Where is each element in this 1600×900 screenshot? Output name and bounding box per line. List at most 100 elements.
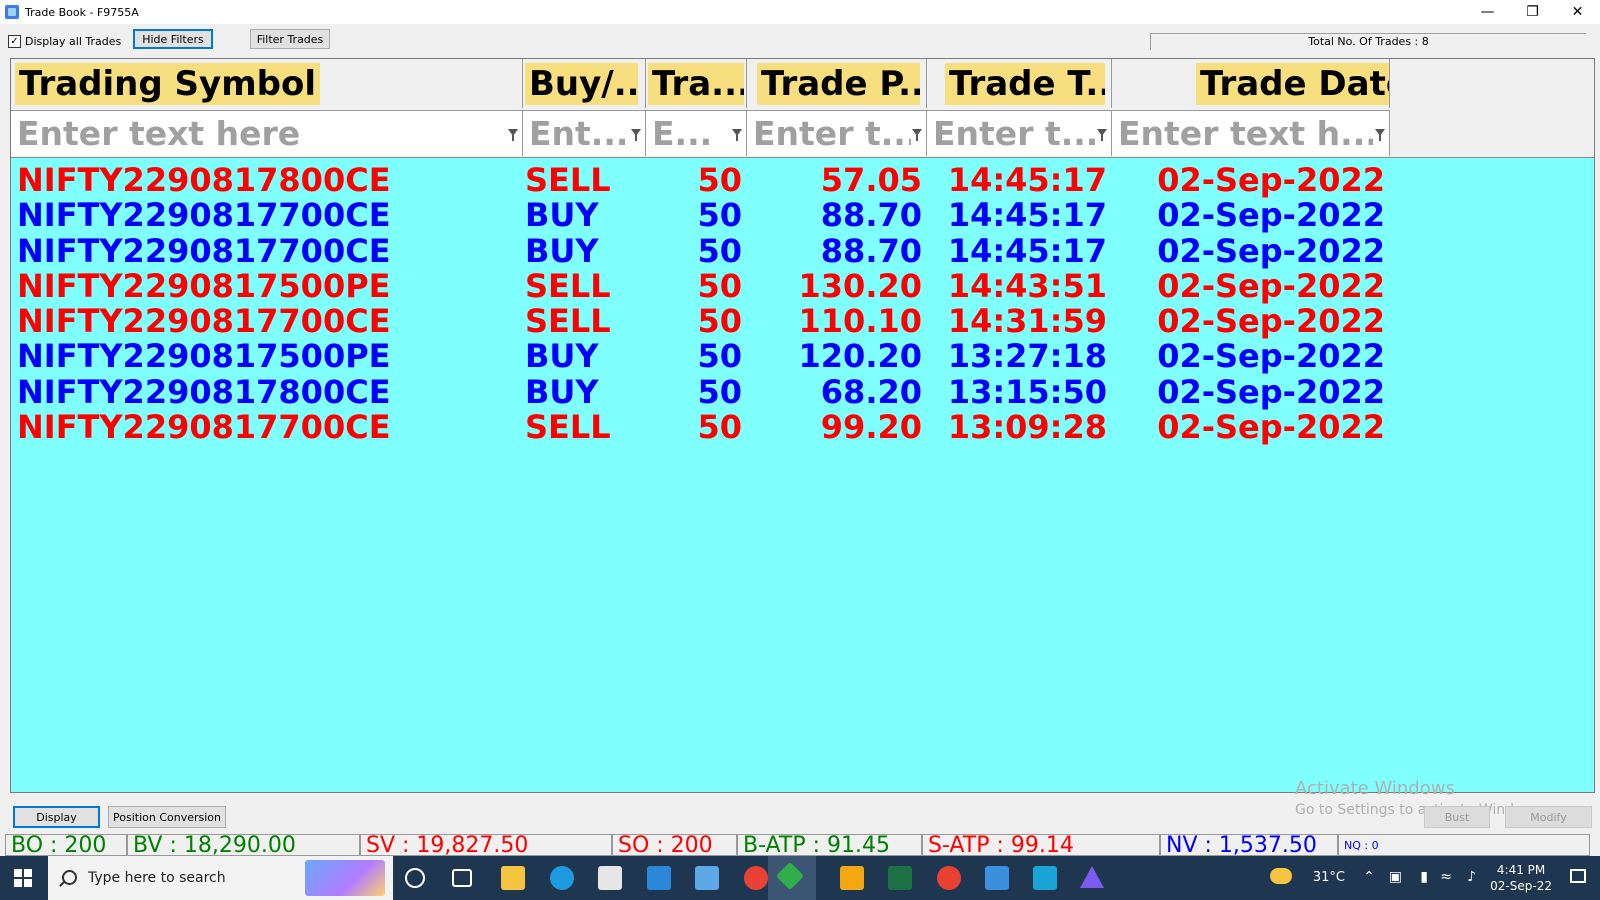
restore-icon[interactable]: ❐ [1510, 0, 1555, 24]
volume-icon[interactable]: ♪ [1467, 869, 1476, 885]
photos-icon[interactable] [985, 866, 1009, 890]
chevron-up-icon[interactable]: ⌃ [1363, 869, 1375, 885]
funnel-icon[interactable] [631, 129, 641, 141]
funnel-icon[interactable] [1097, 129, 1107, 141]
position-conversion-button[interactable]: Position Conversion [108, 806, 226, 828]
display-all-trades-checkbox[interactable]: ✓ Display all Trades [8, 35, 121, 48]
display-button[interactable]: Display [13, 806, 100, 828]
cell-date: 02-Sep-2022 [1157, 337, 1385, 376]
battery-icon[interactable]: ▮ [1420, 869, 1428, 885]
header-label: Trade P... [757, 63, 920, 105]
taskbar: Type here to search 31°C ⌃ ▣ ▮ ≈ ♪ 4:41 … [0, 856, 1600, 900]
cell-symbol: NIFTY2290817800CE [17, 372, 391, 411]
funnel-icon[interactable] [1375, 129, 1385, 141]
wifi-icon[interactable]: ≈ [1440, 869, 1452, 885]
header-label: Trade T... [945, 63, 1105, 105]
hide-filters-button[interactable]: Hide Filters [133, 29, 213, 49]
edge-icon[interactable] [550, 866, 574, 890]
status-b-atp: B-ATP : 91.45 [737, 834, 922, 856]
column-header-trade-price[interactable]: Trade P... [747, 59, 927, 108]
column-header-buy-sell[interactable]: Buy/... [523, 59, 646, 108]
status-s-atp: S-ATP : 99.14 [922, 834, 1160, 856]
column-header-trade-time[interactable]: Trade T... [927, 59, 1112, 108]
window-controls: — ❐ ✕ [1465, 0, 1600, 24]
cell-time: 14:43:51 [947, 266, 1107, 305]
table-row[interactable]: NIFTY2290817500PE BUY 50 120.20 13:27:18… [11, 339, 1594, 374]
cell-price: 130.20 [798, 266, 922, 305]
weather-icon[interactable] [1270, 868, 1292, 884]
cell-side: BUY [525, 231, 599, 270]
funnel-icon[interactable] [732, 129, 742, 141]
status-so: SO : 200 [612, 834, 737, 856]
cell-time: 14:45:17 [947, 161, 1107, 199]
table-row[interactable]: NIFTY2290817700CE BUY 50 88.70 14:45:17 … [11, 198, 1594, 233]
display-all-trades-label: Display all Trades [25, 35, 122, 48]
cell-price: 99.20 [820, 408, 922, 447]
filter-trades-button[interactable]: Filter Trades [250, 29, 330, 49]
cell-qty: 50 [697, 266, 742, 305]
cell-time: 13:27:18 [947, 337, 1107, 376]
cell-date: 02-Sep-2022 [1157, 231, 1385, 270]
table-row[interactable]: NIFTY2290817700CE SELL 50 99.20 13:09:28… [11, 410, 1594, 445]
column-header-trade-date[interactable]: Trade Date [1112, 59, 1390, 108]
task-view-icon[interactable] [452, 869, 472, 887]
filter-input-trade-time[interactable] [929, 113, 1099, 153]
trade-grid[interactable]: Trading Symbol Buy/... Tra... Trade P...… [10, 58, 1595, 793]
table-row[interactable]: NIFTY2290817700CE SELL 50 110.10 14:31:5… [11, 304, 1594, 339]
cell-side: SELL [525, 266, 611, 305]
filter-input-trade-qty[interactable] [648, 113, 734, 153]
title-bar: Trade Book - F9755A — ❐ ✕ [0, 0, 1600, 24]
header-label: Trading Symbol [15, 63, 320, 105]
excel-icon[interactable] [888, 866, 912, 890]
status-nv: NV : 1,537.50 [1160, 834, 1338, 856]
column-header-trading-symbol[interactable]: Trading Symbol [11, 59, 523, 108]
cell-symbol: NIFTY2290817700CE [17, 302, 391, 341]
cell-time: 14:45:17 [947, 196, 1107, 235]
trade-rows: NIFTY2290817800CE SELL 50 57.05 14:45:17… [11, 163, 1594, 445]
funnel-icon[interactable] [508, 129, 518, 141]
filter-input-trade-price[interactable] [749, 113, 915, 153]
column-header-trade-qty[interactable]: Tra... [646, 59, 747, 108]
checkbox-box[interactable]: ✓ [8, 35, 21, 48]
app-icon-2[interactable] [840, 866, 864, 890]
remote-desktop-icon[interactable] [1033, 866, 1057, 890]
table-row[interactable]: NIFTY2290817800CE SELL 50 57.05 14:45:17… [11, 163, 1594, 198]
filter-input-trading-symbol[interactable] [13, 113, 501, 153]
total-trades-count: Total No. Of Trades : 8 [1150, 33, 1586, 50]
cell-price: 88.70 [820, 196, 922, 235]
meet-now-icon[interactable]: ▣ [1389, 869, 1402, 885]
table-row[interactable]: NIFTY2290817800CE BUY 50 68.20 13:15:50 … [11, 372, 1594, 411]
filter-input-trade-date[interactable] [1114, 113, 1377, 153]
table-row[interactable]: NIFTY2290817500PE SELL 50 130.20 14:43:5… [11, 266, 1594, 305]
windows-start-icon[interactable] [14, 869, 32, 887]
minimize-icon[interactable]: — [1465, 0, 1510, 24]
filter-cell-trading-symbol [11, 110, 523, 156]
mail-icon[interactable] [647, 866, 671, 890]
cell-qty: 50 [697, 196, 742, 235]
app-icon-1[interactable] [695, 866, 719, 890]
table-row[interactable]: NIFTY2290817700CE BUY 50 88.70 14:45:17 … [11, 231, 1594, 270]
header-label: Tra... [648, 63, 744, 105]
search-highlight-icon [305, 860, 385, 896]
notification-icon[interactable] [1570, 869, 1586, 883]
weather-temperature[interactable]: 31°C [1313, 870, 1345, 885]
taskbar-clock[interactable]: 4:41 PM 02-Sep-22 [1490, 862, 1552, 894]
status-bv: BV : 18,290.00 [127, 834, 360, 856]
chrome-icon[interactable] [744, 866, 768, 890]
file-explorer-icon[interactable] [501, 866, 525, 890]
filter-input-buy-sell[interactable] [525, 113, 633, 153]
cortana-icon[interactable] [405, 868, 425, 888]
cell-symbol: NIFTY2290817700CE [17, 196, 391, 235]
cell-qty: 50 [697, 231, 742, 270]
store-icon[interactable] [598, 866, 622, 890]
funnel-icon[interactable] [912, 129, 922, 141]
taskbar-search[interactable]: Type here to search [48, 856, 393, 900]
modify-button[interactable]: Modify [1505, 806, 1592, 828]
filter-cell-trade-qty [646, 110, 747, 156]
app-icon-3[interactable] [1080, 866, 1104, 888]
status-bar: BO : 200 BV : 18,290.00 SV : 19,827.50 S… [0, 834, 1600, 856]
filter-cell-trade-time [927, 110, 1112, 156]
chrome-profile-icon[interactable] [937, 866, 961, 890]
close-icon[interactable]: ✕ [1555, 0, 1600, 24]
bust-button[interactable]: Bust [1424, 806, 1490, 828]
